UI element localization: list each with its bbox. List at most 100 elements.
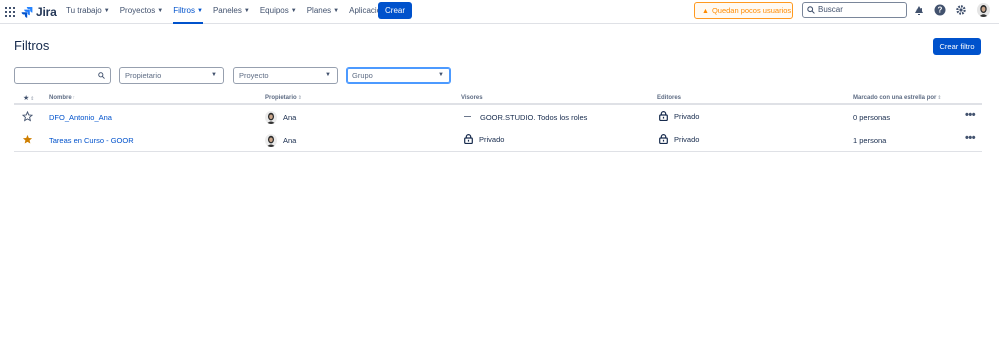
warning-label: Quedan pocos usuarios — [711, 6, 792, 15]
page-title: Filtros — [14, 38, 50, 53]
menu-planes[interactable]: Planes ▼ — [307, 0, 339, 24]
create-button[interactable]: Crear — [378, 2, 413, 19]
search-input[interactable]: Buscar — [802, 2, 907, 18]
search-placeholder: Buscar — [818, 5, 843, 14]
jira-logo[interactable]: Jira — [21, 5, 57, 19]
svg-text:?: ? — [938, 6, 943, 15]
menu-label: Equipos — [259, 6, 289, 15]
table-row: DFO_Antonio_Ana Ana GOOR.STUDIO. Todos l… — [14, 106, 982, 129]
owner-select[interactable]: Propietario ▼ — [119, 67, 224, 84]
main-menu: Tu trabajo ▼ Proyectos ▼ Filtros ▼ Paneles ▼… — [66, 0, 412, 24]
warning-icon: ▲ — [702, 8, 709, 15]
filters-table-header: ★⇕ Nombre↑ Propietario⇕ Visores Editores… — [14, 94, 982, 105]
column-viewers-label: Visores — [461, 95, 483, 101]
sort-icon: ⇕ — [937, 95, 942, 101]
filter-name[interactable]: Tareas en Curso - GOOR — [49, 136, 134, 145]
column-owner[interactable]: Propietario⇕ — [265, 95, 302, 101]
menu-proyectos[interactable]: Proyectos ▼ — [120, 0, 164, 24]
user-avatar-icon — [266, 135, 276, 147]
group-placeholder: Grupo — [352, 71, 373, 80]
filter-name-link[interactable]: Tareas en Curso - GOOR — [49, 136, 134, 145]
menu-label: Tu trabajo — [66, 6, 102, 15]
chevron-down-icon: ▼ — [157, 8, 164, 14]
search-icon — [98, 72, 105, 79]
owner-name: Ana — [283, 113, 297, 122]
few-users-warning-button[interactable]: ▲ Quedan pocos usuarios — [694, 2, 793, 19]
avatar — [265, 134, 277, 147]
more-actions-button[interactable]: ••• — [965, 132, 976, 144]
sort-icon: ⇕ — [297, 95, 302, 101]
menu-label: Proyectos — [119, 6, 156, 15]
viewers-value: GOOR.STUDIO. Todos los roles — [480, 113, 588, 122]
starred-by-value: 1 persona — [853, 136, 887, 145]
project-icon — [464, 116, 471, 117]
column-name[interactable]: Nombre↑ — [49, 95, 75, 101]
starred-by-cell: 0 personas — [853, 113, 890, 122]
menu-label: Planes — [306, 6, 332, 15]
menu-label: Filtros — [173, 6, 195, 15]
chevron-down-icon: ▼ — [197, 8, 203, 14]
notifications-icon[interactable] — [913, 4, 925, 16]
column-editors-label: Editores — [657, 95, 682, 101]
chevron-down-icon: ▼ — [333, 8, 340, 14]
column-owner-label: Propietario — [265, 95, 297, 101]
chevron-down-icon: ▼ — [438, 72, 444, 78]
help-icon[interactable]: ? — [934, 4, 946, 16]
starred-by-cell: 1 persona — [853, 136, 886, 145]
project-placeholder: Proyecto — [239, 71, 269, 80]
menu-paneles[interactable]: Paneles ▼ — [213, 0, 250, 24]
chevron-down-icon: ▼ — [243, 8, 250, 14]
editors-cell: Privado — [659, 111, 699, 121]
column-starred-by[interactable]: Marcado con una estrella por⇕ — [853, 95, 942, 101]
jira-logo-icon — [21, 7, 33, 18]
create-filter-button[interactable]: Crear filtro — [933, 38, 981, 55]
filter-name[interactable]: DFO_Antonio_Ana — [49, 113, 112, 122]
menu-filtros[interactable]: Filtros ▼ — [173, 0, 203, 24]
editors-cell: Privado — [659, 134, 699, 144]
lock-icon — [659, 111, 668, 121]
chevron-down-icon: ▼ — [103, 8, 110, 14]
sort-icon: ↑ — [72, 95, 76, 101]
viewers-cell: Privado — [464, 134, 504, 144]
chevron-down-icon: ▼ — [325, 72, 331, 78]
owner-cell: Ana — [265, 111, 297, 124]
menu-equipos[interactable]: Equipos ▼ — [260, 0, 297, 24]
owner-cell: Ana — [265, 134, 297, 147]
menu-label: Paneles — [212, 6, 242, 15]
column-editors: Editores — [657, 95, 681, 101]
column-viewers: Visores — [461, 95, 483, 101]
lock-icon — [464, 134, 473, 144]
starred-by-value: 0 personas — [853, 113, 891, 122]
search-icon — [807, 6, 815, 14]
settings-gear-icon[interactable] — [955, 4, 967, 16]
owner-name: Ana — [283, 136, 297, 145]
star-filled-icon[interactable] — [22, 134, 33, 145]
avatar — [265, 111, 277, 124]
viewers-value: Privado — [479, 135, 505, 144]
sort-icon: ⇕ — [30, 96, 35, 102]
more-actions-button[interactable]: ••• — [965, 109, 976, 121]
app-switcher-icon[interactable] — [5, 7, 15, 17]
jira-logo-text: Jira — [36, 5, 57, 19]
user-avatar-icon — [979, 5, 988, 17]
filter-search-input[interactable] — [14, 67, 111, 84]
menu-tu-trabajo[interactable]: Tu trabajo ▼ — [66, 0, 110, 24]
viewers-cell: GOOR.STUDIO. Todos los roles — [464, 113, 587, 122]
star-header-icon: ★ — [23, 95, 30, 102]
profile-avatar[interactable] — [977, 3, 990, 17]
top-navigation: Jira Tu trabajo ▼ Proyectos ▼ Filtros ▼ Pan… — [0, 0, 999, 24]
editors-value: Privado — [674, 112, 700, 121]
project-select[interactable]: Proyecto ▼ — [233, 67, 338, 84]
editors-value: Privado — [674, 135, 700, 144]
star-outline-icon[interactable] — [22, 111, 33, 122]
owner-placeholder: Propietario — [125, 71, 162, 80]
lock-icon — [659, 134, 668, 144]
filter-name-link[interactable]: DFO_Antonio_Ana — [49, 113, 112, 122]
column-star[interactable]: ★⇕ — [23, 94, 34, 102]
column-starred-by-label: Marcado con una estrella por — [853, 95, 937, 101]
chevron-down-icon: ▼ — [211, 72, 217, 78]
user-avatar-icon — [266, 112, 276, 124]
column-name-label: Nombre — [49, 95, 72, 101]
table-row: Tareas en Curso - GOOR Ana Privado Priva… — [14, 129, 982, 152]
group-select[interactable]: Grupo ▼ — [346, 67, 451, 84]
